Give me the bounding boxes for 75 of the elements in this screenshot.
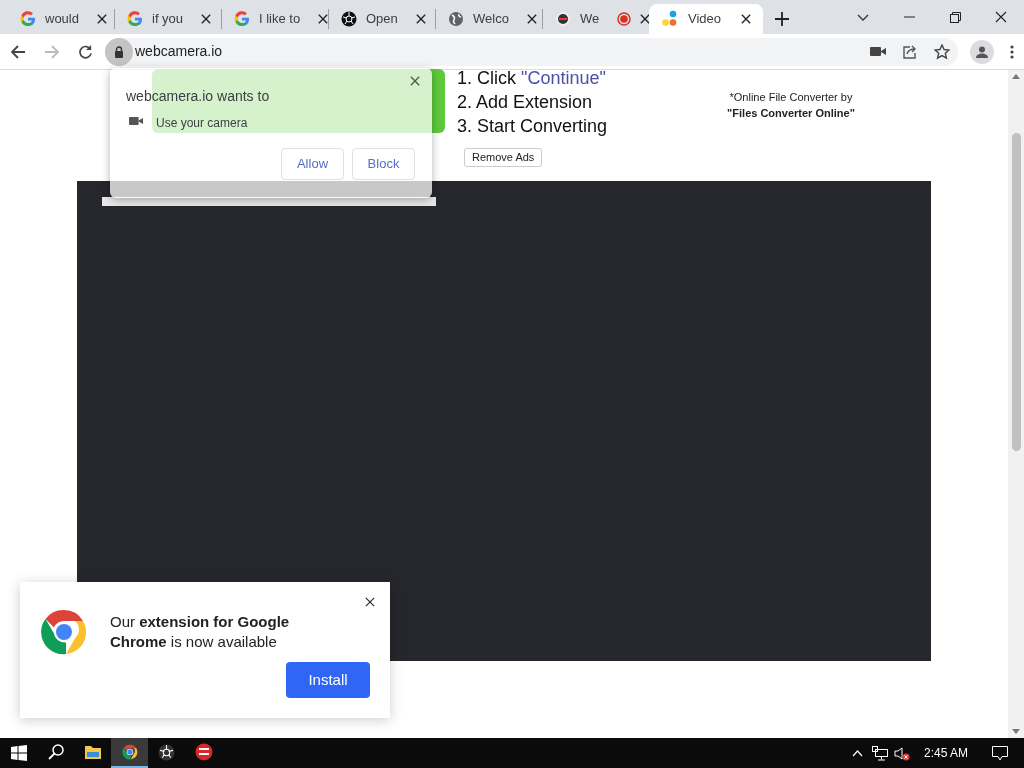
browser-tab[interactable]: if you [115, 4, 221, 34]
restore-icon [949, 11, 961, 23]
step-text: 2. Add Extension [457, 91, 593, 114]
browser-tab[interactable]: We [543, 4, 649, 34]
step-text: 3. Start Converting [457, 115, 608, 138]
profile-icon[interactable] [970, 39, 994, 64]
close-icon[interactable] [415, 14, 426, 24]
browser-tab[interactable]: I like to [222, 4, 328, 34]
camera-icon[interactable] [870, 46, 886, 57]
chrome-icon [40, 608, 88, 656]
aperture-icon [158, 743, 175, 761]
permission-button[interactable]: Allow [281, 148, 344, 180]
close-icon[interactable] [995, 11, 1007, 23]
close-icon[interactable] [741, 14, 751, 24]
scroll-thumb[interactable] [1011, 133, 1021, 451]
chevron-down-icon [857, 13, 869, 21]
tab-title: Open [366, 10, 398, 29]
back-icon[interactable] [10, 43, 26, 60]
plus-icon [775, 12, 789, 26]
record-icon [555, 11, 571, 27]
clock[interactable]: 2:45 AM [923, 744, 968, 762]
tab-title: I like to [259, 10, 301, 29]
toast-message: Our extension for Google Chrome is now available [110, 612, 291, 652]
aperture-icon [341, 11, 357, 27]
tab-title: Welco [473, 10, 509, 29]
converter-note: *Online File Converter by [729, 90, 853, 105]
lock-icon[interactable] [105, 37, 133, 66]
browser-tab[interactable]: would [8, 4, 114, 34]
browser-tab[interactable]: Video [649, 4, 763, 34]
windows-icon [10, 745, 27, 761]
scroll-up-icon[interactable] [1012, 74, 1020, 79]
devcpp-icon [194, 743, 213, 761]
converter-name: "Files Converter Online" [727, 106, 855, 121]
globe-icon [448, 11, 464, 27]
google-icon [127, 11, 143, 27]
close-icon[interactable] [318, 14, 329, 24]
scroll-down-icon[interactable] [1012, 729, 1020, 734]
step-text: 1. Click [457, 67, 516, 90]
browser-tab[interactable]: Welco [436, 4, 542, 34]
close-icon[interactable] [365, 597, 375, 607]
remove-ads-button[interactable]: Remove Ads [464, 148, 543, 167]
search-icon [46, 743, 65, 761]
address-bar[interactable]: webcamera.io [105, 37, 958, 66]
tab-title: if you [152, 10, 184, 29]
close-icon[interactable] [526, 14, 537, 24]
google-icon [234, 11, 250, 27]
reload-icon[interactable] [78, 44, 93, 59]
permission-text: Use your camera [156, 115, 248, 132]
popup-title: webcamera.io wants to [126, 87, 270, 106]
close-icon[interactable] [96, 14, 107, 24]
menu-icon[interactable] [1010, 44, 1014, 59]
permission-button[interactable]: Block [352, 148, 415, 180]
close-icon[interactable] [201, 14, 212, 24]
minimize-icon [903, 16, 915, 18]
volume-muted-icon[interactable] [893, 745, 910, 761]
folder-icon [83, 744, 102, 760]
notification-icon[interactable] [992, 745, 1008, 761]
star-icon[interactable] [934, 43, 950, 60]
dots-icon [661, 10, 679, 28]
chevron-up-icon[interactable] [851, 749, 863, 757]
close-icon[interactable] [640, 14, 651, 24]
install-button[interactable]: Install [286, 662, 370, 698]
browser-tab[interactable]: Open [329, 4, 435, 34]
share-icon[interactable] [902, 43, 918, 60]
camera-icon [129, 116, 143, 126]
scrollbar[interactable] [1008, 70, 1024, 738]
tab-title: Video [688, 10, 721, 29]
google-icon [20, 11, 36, 27]
chrome-icon [121, 744, 138, 760]
taskbar-app[interactable] [111, 738, 148, 768]
url-text: webcamera.io [135, 42, 223, 61]
network-icon[interactable] [871, 745, 888, 761]
tab-title: We [580, 10, 600, 29]
tab-title: would [45, 10, 79, 29]
close-icon[interactable] [410, 76, 420, 86]
